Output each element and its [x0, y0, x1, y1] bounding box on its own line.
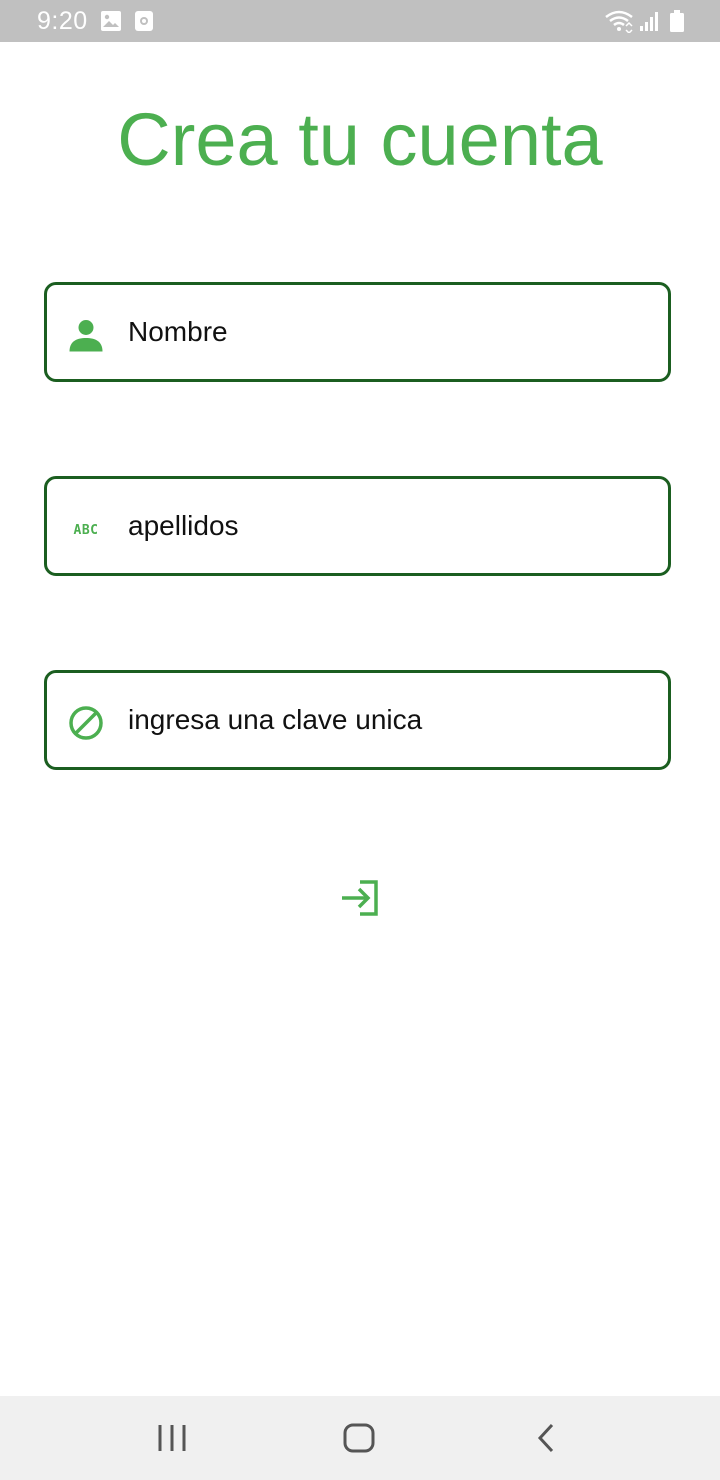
login-icon	[342, 880, 378, 916]
wifi-icon	[605, 10, 633, 33]
surname-field[interactable]: ABC	[44, 476, 671, 576]
home-icon	[343, 1423, 375, 1453]
battery-icon	[670, 10, 684, 32]
status-time: 9:20	[37, 7, 88, 35]
recents-icon	[158, 1425, 186, 1451]
page-title: Crea tu cuenta	[117, 98, 603, 181]
recents-button[interactable]	[142, 1413, 202, 1463]
abc-icon: ABC	[74, 523, 99, 538]
login-button[interactable]	[330, 868, 390, 928]
name-field[interactable]	[44, 282, 671, 382]
svg-text:ABC: ABC	[74, 523, 99, 538]
password-input[interactable]	[128, 673, 648, 767]
notification-icon	[135, 11, 153, 31]
signal-icon	[640, 12, 658, 31]
password-field[interactable]	[44, 670, 671, 770]
surname-input[interactable]	[128, 479, 648, 573]
back-icon	[537, 1423, 554, 1453]
gallery-icon	[101, 11, 121, 31]
person-icon	[69, 320, 103, 352]
status-bar: 9:20	[0, 0, 720, 42]
navigation-bar	[0, 1396, 720, 1480]
home-button[interactable]	[329, 1413, 389, 1463]
back-button[interactable]	[516, 1413, 576, 1463]
name-input[interactable]	[128, 285, 648, 379]
block-icon	[69, 706, 103, 740]
